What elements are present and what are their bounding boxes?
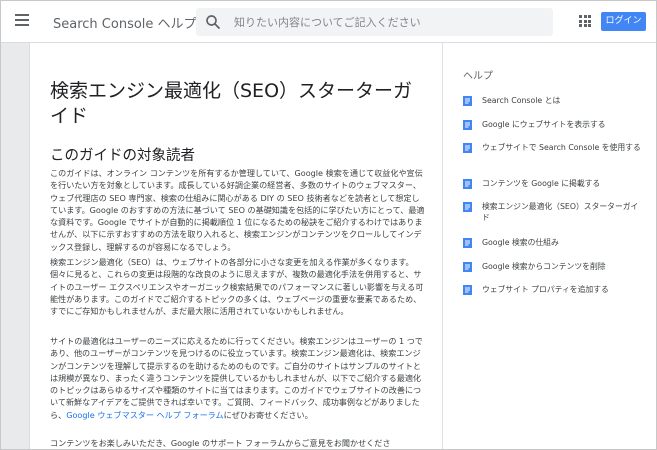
app-title[interactable]: Search Console ヘルプ	[53, 13, 197, 32]
sidebar-item-use-search-console[interactable]: ウェブサイトで Search Console を使用する	[463, 142, 643, 153]
sidebar-item-label: Google 検索の仕組み	[482, 238, 559, 247]
page-gutter	[1, 43, 29, 449]
sidebar-item-seo-starter-guide[interactable]: 検索エンジン最適化（SEO）スターターガイド	[463, 201, 643, 223]
sidebar-item-label: コンテンツを Google に掲載する	[482, 179, 601, 188]
sidebar-item-how-search-works[interactable]: Google 検索の仕組み	[463, 237, 643, 248]
article-content: 検索エンジン最適化（SEO）スターターガイド このガイドの対象読者 このガイドは…	[29, 43, 444, 449]
sidebar-item-label: Search Console とは	[482, 96, 561, 105]
sidebar-heading: ヘルプ	[463, 71, 493, 82]
document-icon	[463, 202, 472, 212]
document-icon	[463, 262, 472, 272]
paragraph-3-text: サイトの最適化はユーザーのニーズに応えるために行ってください。検索エンジンはユー…	[50, 336, 423, 420]
document-icon	[463, 120, 472, 130]
search-icon[interactable]	[204, 13, 222, 31]
sidebar-item-label: 検索エンジン最適化（SEO）スターターガイド	[482, 202, 639, 222]
paragraph-3-end: にぜひお寄せください。	[223, 409, 313, 420]
sidebar-item-label: Google 検索からコンテンツを削除	[482, 262, 606, 271]
paragraph-2: 検索エンジン最適化（SEO）は、ウェブサイトの各部分に小さな変更を加える作業が多…	[50, 257, 424, 317]
browser-frame: Search Console ヘルプ ログイン 検索エンジン最適化（SEO）スタ…	[0, 0, 657, 450]
document-icon	[463, 238, 472, 248]
search-box[interactable]	[196, 8, 553, 36]
apps-grid-icon[interactable]	[579, 15, 591, 27]
document-icon	[463, 143, 472, 153]
paragraph-1: このガイドは、オンライン コンテンツを所有するか管理していて、Google 検索…	[50, 168, 425, 252]
login-button[interactable]: ログイン	[601, 12, 646, 31]
document-icon	[463, 96, 472, 106]
sidebar-item-label: Google にウェブサイトを表示する	[482, 120, 606, 129]
forum-link[interactable]: Google ウェブマスター ヘルプ フォーラム	[66, 410, 223, 420]
top-app-bar: Search Console ヘルプ ログイン	[1, 1, 656, 43]
search-input[interactable]	[234, 12, 534, 32]
menu-icon[interactable]	[15, 14, 29, 26]
help-sidebar: ヘルプ Search Console とは Google にウェブサイトを表示す…	[443, 43, 656, 449]
sidebar-item-add-property[interactable]: ウェブサイト プロパティを追加する	[463, 284, 643, 295]
sidebar-item-publish-content[interactable]: コンテンツを Google に掲載する	[463, 178, 643, 189]
document-icon	[463, 179, 472, 189]
sidebar-item-remove-content[interactable]: Google 検索からコンテンツを削除	[463, 261, 643, 272]
paragraph-3: サイトの最適化はユーザーのニーズに応えるために行ってください。検索エンジンはユー…	[50, 335, 425, 421]
sidebar-item-label: ウェブサイト プロパティを追加する	[482, 285, 609, 294]
sidebar-item-label: ウェブサイトで Search Console を使用する	[482, 143, 641, 152]
document-icon	[463, 285, 472, 295]
sidebar-item-what-is-search-console[interactable]: Search Console とは	[463, 95, 643, 106]
page-title: 検索エンジン最適化（SEO）スターターガイド	[50, 80, 413, 127]
sidebar-item-show-website[interactable]: Google にウェブサイトを表示する	[463, 119, 643, 130]
paragraph-4: コンテンツをお楽しみいただき、Google のサポート フォーラムからご意見をお…	[50, 438, 391, 448]
section-title: このガイドの対象読者	[50, 148, 195, 164]
